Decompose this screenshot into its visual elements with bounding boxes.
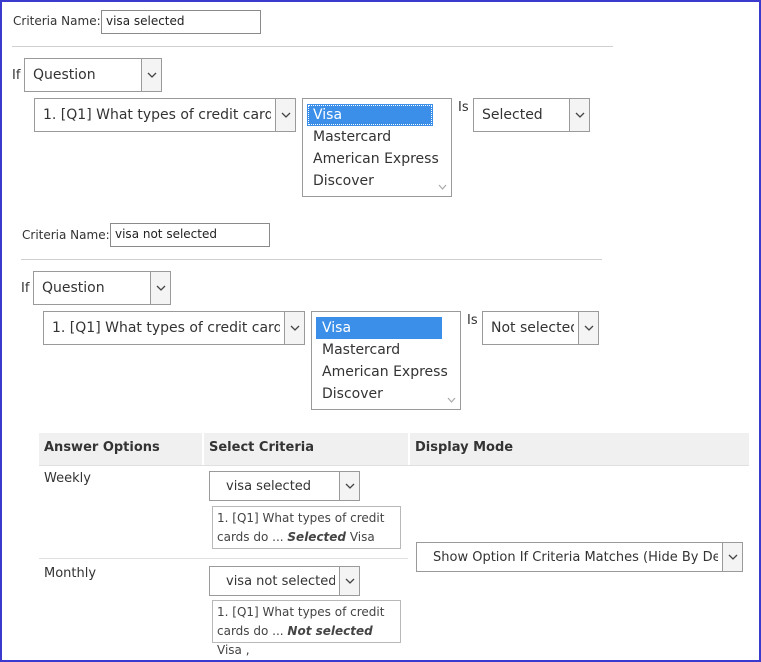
listbox-option[interactable]: American Express — [307, 148, 439, 170]
chevron-down-icon — [339, 567, 359, 595]
listbox-scrollbar[interactable] — [435, 99, 451, 196]
divider — [12, 46, 613, 47]
criteria-name-label: Criteria Name: — [13, 14, 101, 28]
listbox-option[interactable]: Visa — [316, 317, 442, 339]
answer-options-listbox[interactable]: Visa Mastercard American Express Discove… — [311, 311, 461, 410]
listbox-option[interactable]: Discover — [307, 170, 433, 192]
condition-select-value: Selected — [482, 107, 543, 123]
question-select[interactable]: 1. [Q1] What types of credit cards do yo… — [43, 311, 305, 345]
criteria-summary: 1. [Q1] What types of credit cards do ..… — [212, 506, 401, 549]
answer-option-label: Weekly — [44, 471, 91, 486]
chevron-down-icon — [284, 312, 304, 344]
criteria-select-value: visa selected — [226, 479, 312, 494]
column-header-select-criteria: Select Criteria — [204, 433, 408, 465]
source-select-value: Question — [42, 280, 105, 296]
chevron-down-icon — [339, 472, 359, 500]
divider — [39, 465, 749, 466]
column-header-display-mode: Display Mode — [410, 433, 749, 465]
listbox-option[interactable]: Mastercard — [307, 126, 433, 148]
condition-select[interactable]: Selected — [473, 98, 590, 132]
chevron-down-icon — [141, 59, 161, 91]
criteria-name-input[interactable]: visa not selected — [110, 223, 270, 247]
summary-condition: Selected — [287, 530, 347, 544]
listbox-scrollbar[interactable] — [444, 312, 460, 409]
source-select[interactable]: Question — [24, 58, 162, 92]
chevron-down-icon — [722, 543, 742, 571]
if-label: If — [21, 281, 30, 296]
criteria-name-label: Criteria Name: — [22, 228, 110, 242]
question-select-value: 1. [Q1] What types of credit cards do yo… — [52, 320, 280, 336]
source-select-value: Question — [33, 67, 96, 83]
condition-select[interactable]: Not selected — [482, 311, 599, 345]
answer-option-label: Monthly — [44, 566, 97, 581]
divider — [21, 259, 602, 260]
editor-frame: Criteria Name: visa selected If Question… — [0, 0, 761, 662]
display-mode-value: Show Option If Criteria Matches (Hide By… — [433, 550, 718, 565]
scroll-down-icon[interactable] — [447, 391, 456, 407]
question-select[interactable]: 1. [Q1] What types of credit cards do yo… — [34, 98, 296, 132]
summary-condition: Not selected — [287, 624, 373, 638]
chevron-down-icon — [275, 99, 295, 131]
listbox-option[interactable]: American Express — [316, 361, 448, 383]
scroll-down-icon[interactable] — [438, 178, 447, 194]
chevron-down-icon — [578, 312, 598, 344]
is-label: Is — [458, 100, 469, 115]
criteria-name-input[interactable]: visa selected — [101, 10, 261, 34]
question-select-value: 1. [Q1] What types of credit cards do yo… — [43, 107, 271, 123]
column-header-answer-options: Answer Options — [39, 433, 202, 465]
criteria-summary: 1. [Q1] What types of credit cards do ..… — [212, 600, 401, 657]
summary-value: Visa — [349, 530, 375, 544]
summary-value: Visa , — [217, 643, 250, 657]
listbox-option[interactable]: Mastercard — [316, 339, 442, 361]
if-label: If — [12, 68, 21, 83]
criteria-select[interactable]: visa not selected — [209, 566, 360, 596]
display-mode-select[interactable]: Show Option If Criteria Matches (Hide By… — [416, 542, 743, 572]
chevron-down-icon — [569, 99, 589, 131]
answer-options-listbox[interactable]: Visa Mastercard American Express Discove… — [302, 98, 452, 197]
chevron-down-icon — [150, 272, 170, 304]
source-select[interactable]: Question — [33, 271, 171, 305]
is-label: Is — [467, 313, 478, 328]
condition-select-value: Not selected — [491, 320, 574, 336]
divider — [39, 558, 408, 559]
criteria-select-value: visa not selected — [226, 574, 335, 589]
listbox-option[interactable]: Discover — [316, 383, 442, 405]
criteria-select[interactable]: visa selected — [209, 471, 360, 501]
listbox-option[interactable]: Visa — [307, 104, 433, 126]
